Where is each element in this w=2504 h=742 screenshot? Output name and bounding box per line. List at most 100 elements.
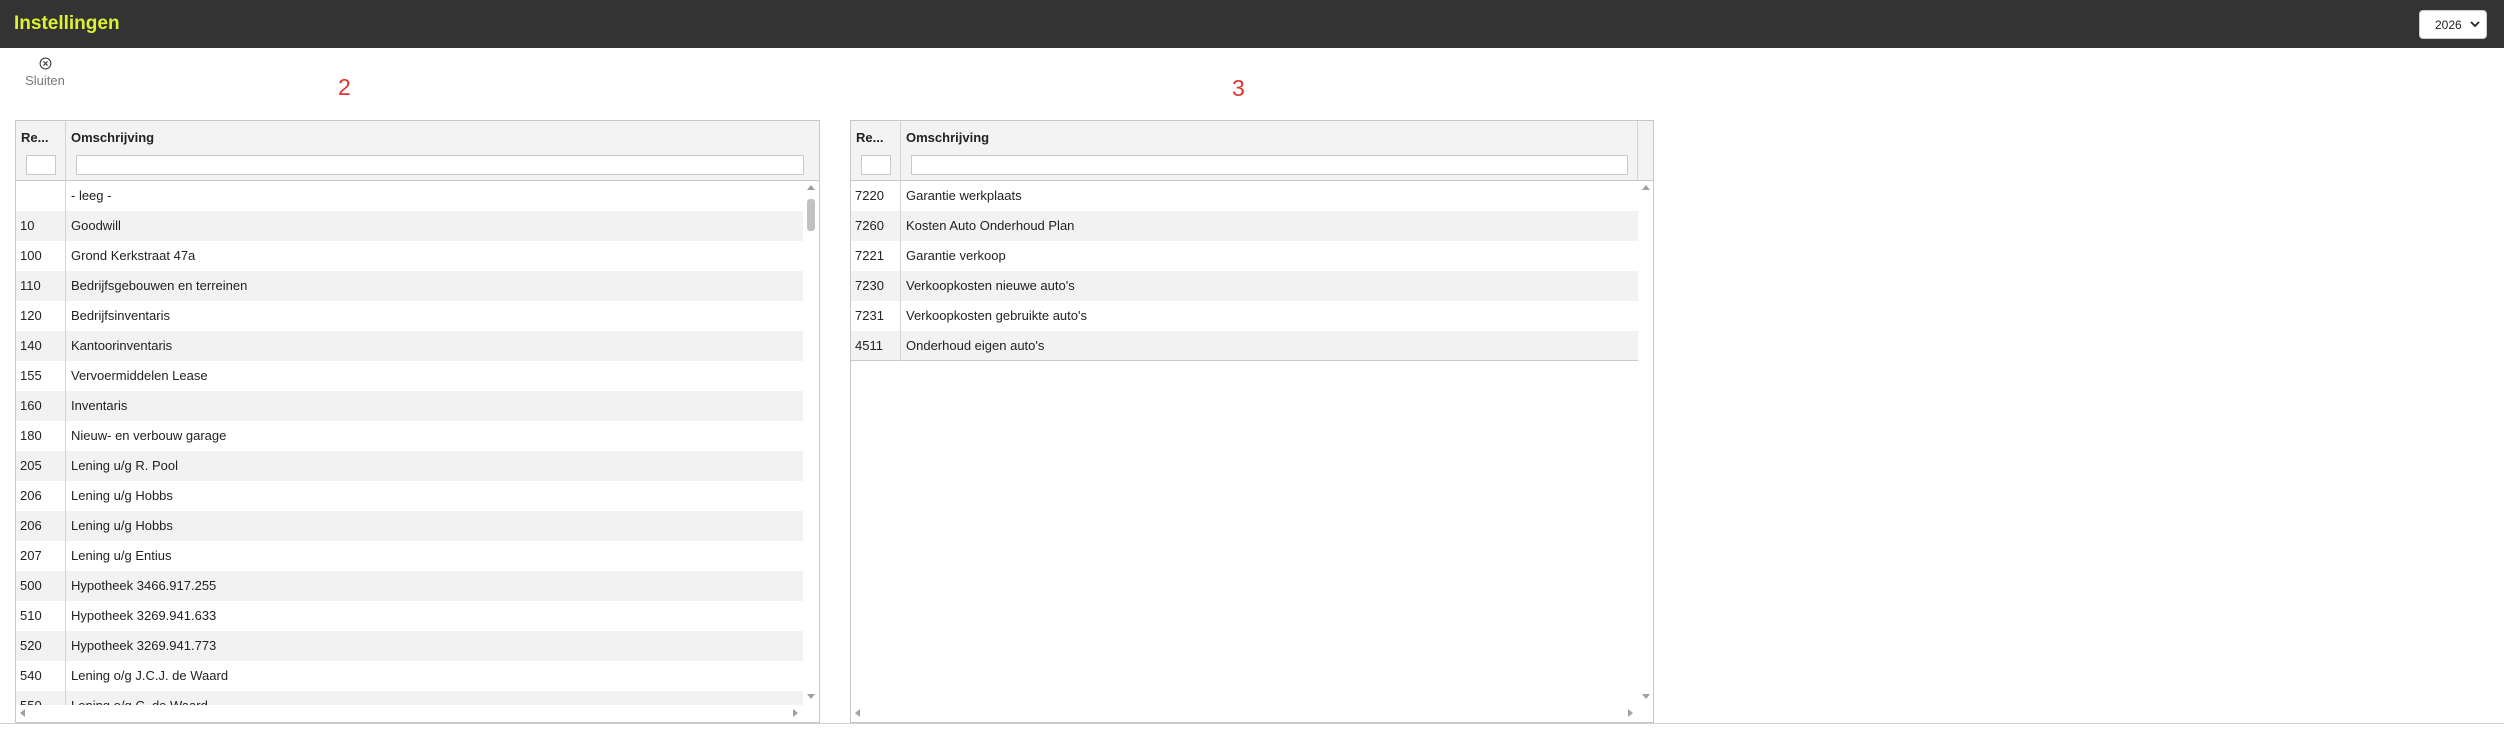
right-grid-horizontal-scrollbar[interactable] <box>851 705 1638 721</box>
cell-code: 160 <box>16 391 66 421</box>
cell-code: 7231 <box>851 301 901 331</box>
column-header-label: Omschrijving <box>71 130 155 145</box>
cell-description: Hypotheek 3466.917.255 <box>71 578 217 593</box>
table-row[interactable]: - leeg - <box>16 181 803 211</box>
cell-code: 205 <box>16 451 66 481</box>
left-grid-horizontal-scrollbar[interactable] <box>16 705 803 721</box>
table-row[interactable]: 7231 Verkoopkosten gebruikte auto's <box>851 301 1638 331</box>
cell-code: 7221 <box>851 241 901 271</box>
scroll-down-arrow-icon[interactable] <box>1642 694 1650 699</box>
table-row[interactable]: 10 Goodwill <box>16 211 803 241</box>
cell-code: 110 <box>16 271 66 301</box>
cell-code: 7220 <box>851 181 901 211</box>
scroll-right-arrow-icon[interactable] <box>1628 709 1633 717</box>
table-row[interactable]: 7230 Verkoopkosten nieuwe auto's <box>851 271 1638 301</box>
cell-code: 7230 <box>851 271 901 301</box>
cell-description: Grond Kerkstraat 47a <box>71 248 196 263</box>
table-row[interactable]: 207 Lening u/g Entius <box>16 541 803 571</box>
table-row[interactable]: 7221 Garantie verkoop <box>851 241 1638 271</box>
cell-code: 510 <box>16 601 66 631</box>
left-grid-column-code[interactable]: Re... <box>16 121 66 180</box>
cell-code: 155 <box>16 361 66 391</box>
cell-description: Hypotheek 3269.941.633 <box>71 608 217 623</box>
left-grid-vertical-scrollbar[interactable] <box>803 181 819 705</box>
close-button[interactable]: Sluiten <box>20 55 70 95</box>
scroll-down-arrow-icon[interactable] <box>807 694 815 699</box>
scroll-right-arrow-icon[interactable] <box>793 709 798 717</box>
table-row[interactable]: 7220 Garantie werkplaats <box>851 181 1638 211</box>
right-grid: Re... Omschrijving 7220 Garantie werkplaa… <box>850 120 1654 723</box>
right-grid-vertical-scrollbar[interactable] <box>1638 181 1653 705</box>
left-grid-body: - leeg - 10 Goodwill 100 Grond Kerkstraat 47… <box>16 181 803 705</box>
table-row[interactable]: 120 Bedrijfsinventaris <box>16 301 803 331</box>
cell-code: 500 <box>16 571 66 601</box>
table-row[interactable]: 205 Lening u/g R. Pool <box>16 451 803 481</box>
cell-description: Lening u/g Hobbs <box>71 518 173 533</box>
table-row[interactable]: 7260 Kosten Auto Onderhoud Plan <box>851 211 1638 241</box>
left-grid-filter-code[interactable] <box>26 155 56 175</box>
cell-code: 7260 <box>851 211 901 241</box>
cell-description: Hypotheek 3269.941.773 <box>71 638 217 653</box>
cell-code: 540 <box>16 661 66 691</box>
cell-code: 206 <box>16 481 66 511</box>
year-select[interactable]: 2026 <box>2419 10 2487 39</box>
scroll-thumb[interactable] <box>807 199 815 231</box>
column-header-label: Re... <box>21 130 49 145</box>
right-grid-filter-code[interactable] <box>861 155 891 175</box>
table-row[interactable]: 520 Hypotheek 3269.941.773 <box>16 631 803 661</box>
cell-description: Bedrijfsinventaris <box>71 308 170 323</box>
column-header-label: Re... <box>856 130 884 145</box>
table-row[interactable]: 180 Nieuw- en verbouw garage <box>16 421 803 451</box>
table-row[interactable]: 500 Hypotheek 3466.917.255 <box>16 571 803 601</box>
cell-description: Lening u/g Entius <box>71 548 172 563</box>
cell-code <box>16 181 66 211</box>
right-grid-header: Re... Omschrijving <box>851 121 1653 181</box>
left-grid-filter-description[interactable] <box>76 155 804 175</box>
right-grid-column-code[interactable]: Re... <box>851 121 901 180</box>
cell-description: Verkoopkosten gebruikte auto's <box>906 308 1087 323</box>
annotation-number-left: 2 <box>338 74 351 100</box>
right-grid-column-description[interactable]: Omschrijving <box>901 121 1638 180</box>
scroll-up-arrow-icon[interactable] <box>1642 185 1650 190</box>
cell-description: Kosten Auto Onderhoud Plan <box>906 218 1075 233</box>
table-row[interactable]: 550Lening o/g C. de Waard <box>16 691 803 705</box>
table-row[interactable]: 4511 Onderhoud eigen auto's <box>851 331 1638 361</box>
cell-description: Lening o/g C. de Waard <box>66 691 208 705</box>
cell-code: 120 <box>16 301 66 331</box>
cell-code: 100 <box>16 241 66 271</box>
table-row[interactable]: 160 Inventaris <box>16 391 803 421</box>
year-select-value: 2026 <box>2435 18 2462 32</box>
cell-description: Garantie werkplaats <box>906 188 1022 203</box>
table-row[interactable]: 206 Lening u/g Hobbs <box>16 481 803 511</box>
cell-description: Nieuw- en verbouw garage <box>71 428 227 443</box>
left-grid-column-description[interactable]: Omschrijving <box>66 121 819 180</box>
scroll-left-arrow-icon[interactable] <box>855 709 860 717</box>
cell-code: 4511 <box>851 331 901 361</box>
table-row[interactable]: 206 Lening u/g Hobbs <box>16 511 803 541</box>
close-button-label: Sluiten <box>25 73 65 88</box>
cell-description: Lening u/g Hobbs <box>71 488 173 503</box>
cell-description: Lening u/g R. Pool <box>71 458 178 473</box>
cell-code: 550 <box>16 691 66 705</box>
column-header-label: Omschrijving <box>906 130 990 145</box>
table-row[interactable]: 155 Vervoermiddelen Lease <box>16 361 803 391</box>
cell-code: 140 <box>16 331 66 361</box>
cell-description: - leeg - <box>71 188 112 203</box>
cell-description: Verkoopkosten nieuwe auto's <box>906 278 1075 293</box>
footer-divider <box>0 723 2504 724</box>
top-bar: Instellingen 2026 <box>0 0 2504 48</box>
table-row[interactable]: 100 Grond Kerkstraat 47a <box>16 241 803 271</box>
close-circle-icon <box>39 57 51 70</box>
cell-code: 206 <box>16 511 66 541</box>
cell-description: Lening o/g J.C.J. de Waard <box>71 668 229 683</box>
scroll-left-arrow-icon[interactable] <box>20 709 25 717</box>
table-row[interactable]: 140 Kantoorinventaris <box>16 331 803 361</box>
left-grid: Re... Omschrijving - leeg - 10 Goodwill 100… <box>15 120 820 723</box>
table-row[interactable]: 510 Hypotheek 3269.941.633 <box>16 601 803 631</box>
table-row[interactable]: 540 Lening o/g J.C.J. de Waard <box>16 661 803 691</box>
cell-description: Garantie verkoop <box>906 248 1006 263</box>
cell-code: 10 <box>16 211 66 241</box>
table-row[interactable]: 110 Bedrijfsgebouwen en terreinen <box>16 271 803 301</box>
scroll-up-arrow-icon[interactable] <box>807 185 815 190</box>
right-grid-filter-description[interactable] <box>911 155 1628 175</box>
